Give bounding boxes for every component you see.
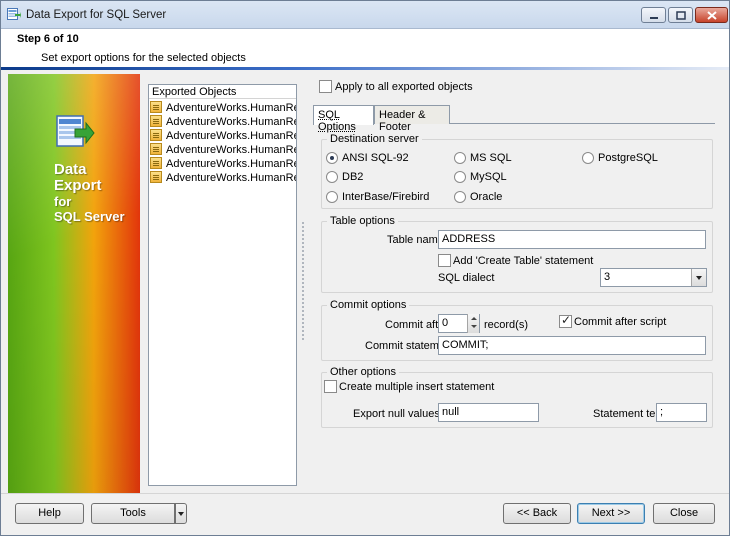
help-button[interactable]: Help	[15, 503, 84, 524]
radio-ansi-sql92[interactable]	[326, 152, 338, 164]
exported-objects-header: Exported Objects	[149, 85, 296, 99]
maximize-icon	[676, 11, 686, 20]
next-button[interactable]: Next >>	[577, 503, 645, 524]
multiple-insert-label: Create multiple insert statement	[339, 381, 495, 393]
data-export-icon	[56, 115, 95, 147]
table-icon	[150, 101, 162, 113]
statement-term-input[interactable]: ;	[656, 403, 707, 422]
app-icon	[7, 8, 21, 20]
radio-postgresql-label: PostgreSQL	[598, 152, 658, 164]
table-icon	[150, 143, 162, 155]
records-label: record(s)	[484, 319, 529, 331]
close-button[interactable]: Close	[653, 503, 715, 524]
radio-oracle[interactable]	[454, 191, 466, 203]
close-icon	[707, 11, 717, 20]
minimize-button[interactable]	[641, 7, 666, 23]
apply-all-checkbox[interactable]	[319, 80, 332, 93]
exported-objects-list[interactable]: Exported Objects AdventureWorks.HumanRes…	[148, 84, 297, 486]
table-name-label: Table name	[387, 234, 444, 246]
other-options-title: Other options	[327, 366, 400, 378]
minimize-icon	[650, 17, 658, 19]
table-icon	[150, 129, 162, 141]
commit-after-script-checkbox[interactable]	[559, 313, 572, 328]
table-icon	[150, 157, 162, 169]
list-item[interactable]: AdventureWorks.HumanResources	[150, 101, 296, 115]
header-divider	[1, 67, 729, 70]
step-indicator: Step 6 of 10	[17, 33, 79, 45]
create-table-label: Add 'Create Table' statement	[453, 255, 594, 267]
stepper-arrows-icon[interactable]	[467, 314, 479, 333]
list-item[interactable]: AdventureWorks.HumanResources	[150, 143, 296, 157]
tools-button[interactable]: Tools	[91, 503, 175, 524]
wizard-header: Step 6 of 10 Set export options for the …	[1, 29, 729, 67]
radio-mysql[interactable]	[454, 171, 466, 183]
commit-statement-input[interactable]: COMMIT;	[438, 336, 706, 355]
multiple-insert-checkbox[interactable]	[324, 380, 337, 393]
sql-dialect-label: SQL dialect	[438, 272, 495, 284]
chevron-down-icon[interactable]	[691, 269, 706, 286]
step-description: Set export options for the selected obje…	[41, 52, 246, 64]
radio-ms-sql[interactable]	[454, 152, 466, 164]
wizard-footer: Help Tools << Back Next >> Close	[1, 493, 729, 535]
radio-ms-sql-label: MS SQL	[470, 152, 512, 164]
radio-db2-label: DB2	[342, 171, 364, 183]
export-wizard-window: Data Export for SQL Server Step 6 of 10 …	[0, 0, 730, 536]
radio-oracle-label: Oracle	[470, 191, 503, 203]
apply-all-label: Apply to all exported objects	[335, 81, 473, 93]
radio-interbase-firebird-label: InterBase/Firebird	[342, 191, 430, 203]
create-table-checkbox[interactable]	[438, 254, 451, 267]
table-icon	[150, 171, 162, 183]
radio-mysql-label: MySQL	[470, 171, 507, 183]
radio-ansi-sql92-label: ANSI SQL-92	[342, 152, 409, 164]
window-title: Data Export for SQL Server	[26, 9, 167, 21]
table-options-title: Table options	[327, 215, 398, 227]
splitter-handle[interactable]	[301, 221, 305, 341]
commit-options-title: Commit options	[327, 299, 410, 311]
product-banner: Data Export for SQL Server	[8, 74, 140, 493]
tab-header-footer[interactable]: Header & Footer	[374, 105, 450, 133]
tools-dropdown-icon[interactable]	[175, 503, 187, 524]
destination-server-title: Destination server	[327, 133, 422, 145]
banner-title: Data Export for SQL Server	[54, 161, 125, 225]
list-item[interactable]: AdventureWorks.HumanResources	[150, 171, 296, 185]
sql-dialect-select[interactable]: 3	[600, 268, 707, 287]
options-tabs: SQL Options Header & Footer	[313, 105, 715, 133]
title-bar[interactable]: Data Export for SQL Server	[1, 1, 729, 29]
radio-db2[interactable]	[326, 171, 338, 183]
table-icon	[150, 115, 162, 127]
tab-sql-options[interactable]: SQL Options	[313, 105, 374, 133]
list-item[interactable]: AdventureWorks.HumanResources	[150, 129, 296, 143]
radio-interbase-firebird[interactable]	[326, 191, 338, 203]
back-button[interactable]: << Back	[503, 503, 571, 524]
maximize-button[interactable]	[668, 7, 693, 23]
commit-after-script-label: Commit after script	[574, 316, 667, 328]
list-item[interactable]: AdventureWorks.HumanResources	[150, 115, 296, 129]
close-window-button[interactable]	[695, 7, 728, 23]
table-name-input[interactable]: ADDRESS	[438, 230, 706, 249]
list-item[interactable]: AdventureWorks.HumanResources	[150, 157, 296, 171]
radio-postgresql[interactable]	[582, 152, 594, 164]
null-values-input[interactable]: null	[438, 403, 539, 422]
